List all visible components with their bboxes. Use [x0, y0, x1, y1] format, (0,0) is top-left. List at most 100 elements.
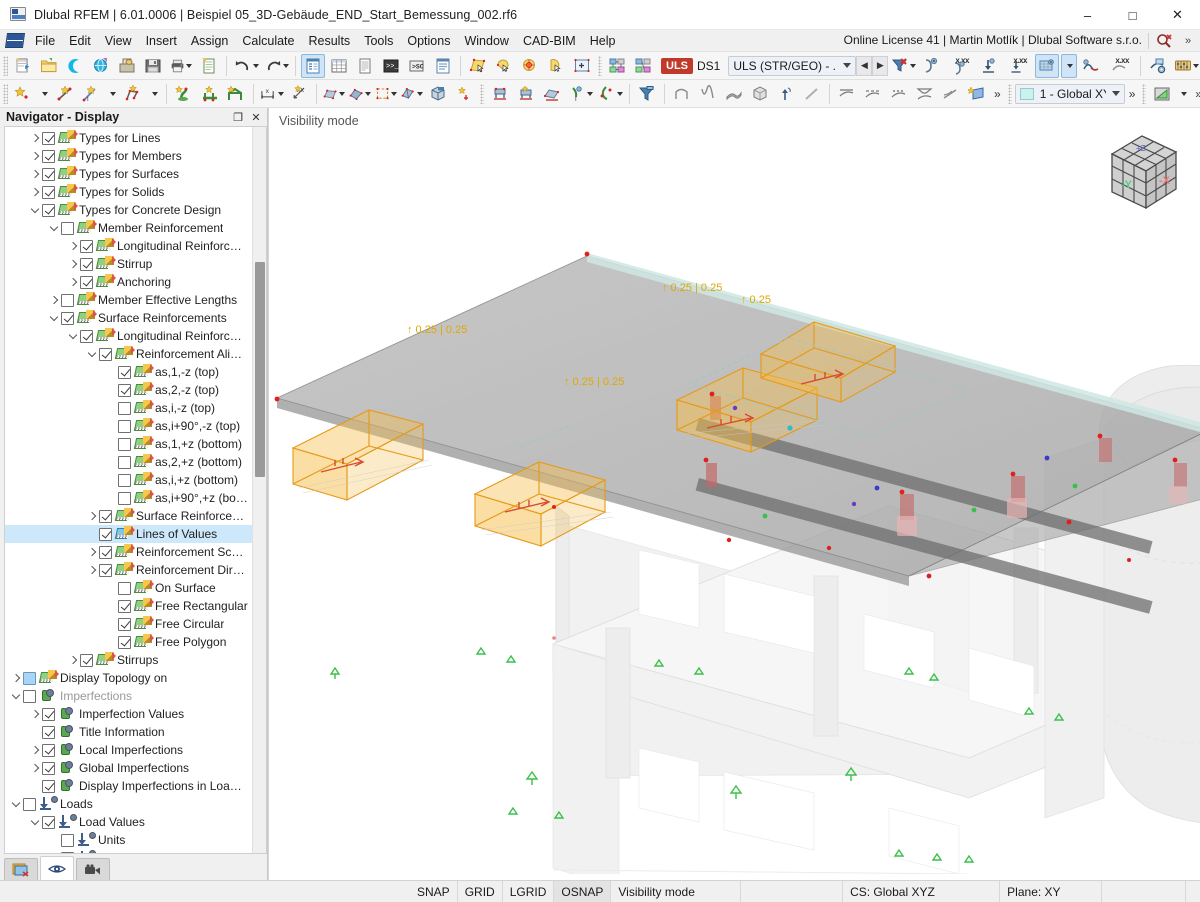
chevron-right-icon[interactable]: [28, 148, 42, 164]
tree-item[interactable]: Types for Members: [5, 147, 252, 165]
toolbar-insert-overflow-left[interactable]: »: [990, 87, 1005, 101]
menu-cad-bim[interactable]: CAD-BIM: [516, 32, 583, 50]
new-member-set-icon[interactable]: [198, 82, 222, 106]
show-deformation-icon[interactable]: [919, 54, 943, 78]
tree-item-checkbox[interactable]: [42, 132, 55, 145]
chevron-right-icon[interactable]: [85, 562, 99, 578]
tree-scroll-thumb[interactable]: [255, 262, 265, 477]
table-panel-button[interactable]: [327, 54, 351, 78]
select-surface-icon[interactable]: [466, 54, 490, 78]
new-opening-icon[interactable]: [374, 82, 398, 106]
new-line-dimension-icon[interactable]: I: [79, 82, 103, 106]
tree-item[interactable]: Longitudinal Reinforceme…: [5, 327, 252, 345]
design-situation-select[interactable]: ULS (STR/GEO) - ...: [728, 56, 856, 76]
menu-results[interactable]: Results: [302, 32, 358, 50]
menu-file[interactable]: File: [28, 32, 62, 50]
tree-item[interactable]: Title Information: [5, 723, 252, 741]
view-navigation-cube[interactable]: -Y -X +Z: [1092, 126, 1190, 220]
render-solid-icon[interactable]: [696, 82, 720, 106]
coordinate-system-overflow[interactable]: »: [1125, 87, 1140, 101]
toolbar-right-overflow[interactable]: »: [1191, 87, 1200, 101]
tree-item-checkbox[interactable]: [42, 204, 55, 217]
tree-item-checkbox[interactable]: [99, 348, 112, 361]
tree-scrollbar[interactable]: [252, 127, 266, 853]
tree-item[interactable]: Reinforcement Align…: [5, 345, 252, 363]
align-slope-icon[interactable]: [939, 82, 963, 106]
chevron-down-icon[interactable]: [9, 688, 23, 704]
tree-item-checkbox[interactable]: [61, 834, 74, 847]
menu-help[interactable]: Help: [583, 32, 623, 50]
save-button[interactable]: [141, 54, 165, 78]
maximize-button[interactable]: □: [1110, 0, 1155, 30]
tree-item[interactable]: Load Values: [5, 813, 252, 831]
chevron-right-icon[interactable]: [28, 130, 42, 146]
select-by-window-icon[interactable]: [492, 54, 516, 78]
tree-item[interactable]: Types for Surfaces: [5, 165, 252, 183]
tree-item-checkbox[interactable]: [118, 492, 131, 505]
tree-item-checkbox[interactable]: [99, 528, 112, 541]
align-mirror-icon[interactable]: [913, 82, 937, 106]
model-3d-scene[interactable]: [269, 108, 1200, 874]
search-help-icon[interactable]: [1152, 31, 1176, 51]
work-plane-dropdown[interactable]: [1176, 82, 1190, 106]
chevron-right-icon[interactable]: [66, 238, 80, 254]
surface-results-dropdown[interactable]: [1061, 54, 1077, 78]
menu-options[interactable]: Options: [400, 32, 457, 50]
chevron-right-icon[interactable]: [28, 760, 42, 776]
display-tree[interactable]: Types for LinesTypes for MembersTypes fo…: [5, 127, 252, 853]
nav-tab-model[interactable]: [4, 858, 38, 880]
new-solid-set-icon[interactable]: [426, 82, 450, 106]
toolbar-grip[interactable]: [3, 56, 8, 76]
tree-item-checkbox[interactable]: [42, 816, 55, 829]
tree-item[interactable]: as,i+90°,+z (bottom): [5, 489, 252, 507]
work-plane-icon[interactable]: [1150, 82, 1174, 106]
tree-item-checkbox[interactable]: [99, 564, 112, 577]
render-wireframe-icon[interactable]: [670, 82, 694, 106]
deformation-value-icon[interactable]: x.xx: [945, 54, 975, 78]
new-report-button[interactable]: [197, 54, 221, 78]
tree-item[interactable]: Local Imperfections: [5, 741, 252, 759]
tree-item-checkbox[interactable]: [61, 852, 74, 854]
tree-item[interactable]: Types for Solids: [5, 183, 252, 201]
chevron-down-icon[interactable]: [66, 328, 80, 344]
new-member-icon[interactable]: [172, 82, 196, 106]
load-wizard-icon[interactable]: [606, 54, 630, 78]
menu-tools[interactable]: Tools: [357, 32, 400, 50]
tree-item-checkbox[interactable]: [42, 186, 55, 199]
tree-item[interactable]: Display Topology on: [5, 669, 252, 687]
tree-item[interactable]: Surface Reinforceme…: [5, 507, 252, 525]
navigator-close-button[interactable]: ✕: [247, 109, 265, 125]
render-shaded-icon[interactable]: [722, 82, 746, 106]
tree-item[interactable]: Types for Lines: [5, 129, 252, 147]
tree-item-checkbox[interactable]: [42, 150, 55, 163]
menu-edit[interactable]: Edit: [62, 32, 98, 50]
menu-overflow-icon[interactable]: »: [1176, 31, 1200, 51]
render-extrude-icon[interactable]: [774, 82, 798, 106]
tree-item-checkbox[interactable]: [118, 366, 131, 379]
status-grid[interactable]: GRID: [458, 881, 503, 902]
close-button[interactable]: ✕: [1155, 0, 1200, 30]
navigator-dock-button[interactable]: ❐: [229, 109, 247, 125]
new-node-dropdown[interactable]: [37, 82, 51, 106]
console-button[interactable]: >>_: [379, 54, 403, 78]
new-frame-icon[interactable]: [224, 82, 248, 106]
render-line-icon[interactable]: [800, 82, 824, 106]
minimize-button[interactable]: –: [1065, 0, 1110, 30]
open-model-button[interactable]: [37, 54, 61, 78]
tree-item-checkbox[interactable]: [80, 654, 93, 667]
dimension-x-icon[interactable]: x: [259, 82, 285, 106]
menu-calculate[interactable]: Calculate: [235, 32, 301, 50]
nav-tab-views[interactable]: [76, 858, 110, 880]
tree-item[interactable]: Free Rectangular: [5, 597, 252, 615]
close-model-button[interactable]: [63, 54, 87, 78]
tree-item-checkbox[interactable]: [118, 618, 131, 631]
tree-item-checkbox[interactable]: [118, 456, 131, 469]
tree-item[interactable]: Display Imperfections in Load Cas…: [5, 777, 252, 795]
tree-item-checkbox[interactable]: [118, 438, 131, 451]
select-similar-icon[interactable]: [544, 54, 568, 78]
menu-assign[interactable]: Assign: [184, 32, 236, 50]
tree-item[interactable]: Longitudinal Reinforceme…: [5, 237, 252, 255]
combination-wizard-icon[interactable]: [632, 54, 656, 78]
tree-item-checkbox[interactable]: [118, 600, 131, 613]
status-snap[interactable]: SNAP: [410, 881, 458, 902]
